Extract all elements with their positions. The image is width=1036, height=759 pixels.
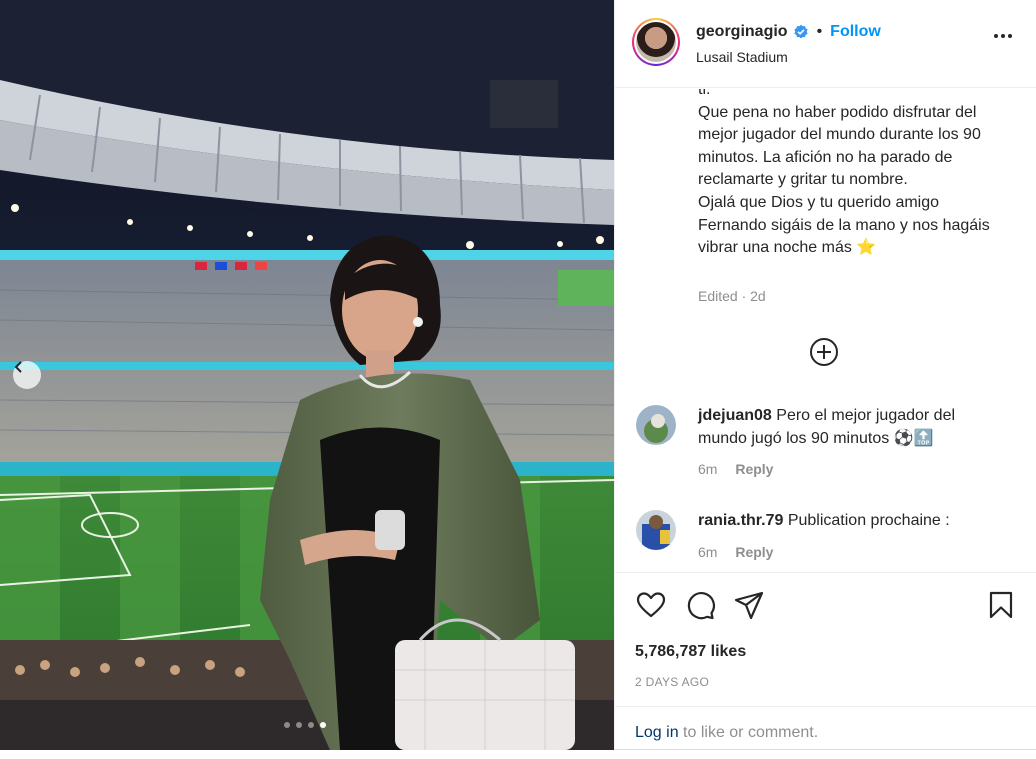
stadium-photo — [0, 0, 614, 750]
avatar-image — [636, 22, 676, 62]
reply-button[interactable]: Reply — [735, 544, 773, 560]
comment-body: rania.thr.79 Publication prochaine : — [698, 510, 998, 533]
comment-meta: 6m Reply — [698, 461, 773, 477]
slide-indicator — [284, 722, 326, 728]
post-sidebar: georginagio • Follow Lusail Stadium ti. … — [614, 0, 1036, 750]
post-caption: ti. Que pena no haber podido disfrutar d… — [698, 89, 998, 260]
post-container: georginagio • Follow Lusail Stadium ti. … — [0, 0, 1036, 750]
post-media[interactable] — [0, 0, 614, 750]
comments-section[interactable]: ti. Que pena no haber podido disfrutar d… — [615, 89, 1036, 572]
caption-truncated-line: ti. — [698, 89, 711, 98]
comment-icon[interactable] — [684, 589, 716, 621]
comment-time: 6m — [698, 544, 718, 560]
comment-avatar[interactable] — [636, 405, 676, 445]
username-link[interactable]: georginagio — [696, 23, 788, 41]
comment-username[interactable]: rania.thr.79 — [698, 512, 783, 529]
login-bar: Log in to like or comment. — [615, 706, 1036, 751]
slide-dot — [284, 722, 290, 728]
previous-slide-button[interactable] — [13, 361, 41, 389]
share-icon[interactable] — [733, 589, 765, 621]
follow-button[interactable]: Follow — [830, 23, 881, 41]
slide-dot — [296, 722, 302, 728]
action-bar: 5,786,787 likes 2 DAYS AGO Log in to lik… — [615, 572, 1036, 750]
comment-avatar[interactable] — [636, 510, 676, 550]
comment-body: jdejuan08 Pero el mejor jugador del mund… — [698, 405, 998, 450]
chevron-left-icon — [14, 361, 22, 373]
heart-icon[interactable] — [635, 589, 667, 621]
comment-username[interactable]: jdejuan08 — [698, 407, 772, 424]
bookmark-icon[interactable] — [985, 589, 1017, 621]
separator-dot: • — [816, 23, 823, 40]
verified-badge-icon — [793, 24, 808, 39]
plus-circle-icon[interactable] — [808, 336, 840, 368]
post-header: georginagio • Follow Lusail Stadium — [615, 0, 1036, 88]
slide-dot — [308, 722, 314, 728]
login-prompt: Log in to like or comment. — [635, 724, 818, 742]
comment-text: Publication prochaine : — [787, 512, 950, 529]
action-icons — [635, 589, 765, 621]
comment-meta: 6m Reply — [698, 544, 773, 560]
comment-time: 6m — [698, 461, 718, 477]
user-line: georginagio • Follow — [696, 23, 881, 41]
caption-meta: Edited · 2d — [698, 288, 766, 304]
more-options-icon[interactable] — [994, 34, 1012, 38]
likes-count[interactable]: 5,786,787 likes — [635, 643, 746, 661]
avatar[interactable] — [632, 18, 680, 66]
location-link[interactable]: Lusail Stadium — [696, 49, 788, 65]
post-timestamp: 2 DAYS AGO — [635, 675, 710, 689]
caption-text: Que pena no haber podido disfrutar del m… — [698, 103, 990, 257]
login-rest: to like or comment. — [678, 724, 819, 741]
login-link[interactable]: Log in — [635, 724, 679, 741]
reply-button[interactable]: Reply — [735, 461, 773, 477]
slide-dot-active — [320, 722, 326, 728]
